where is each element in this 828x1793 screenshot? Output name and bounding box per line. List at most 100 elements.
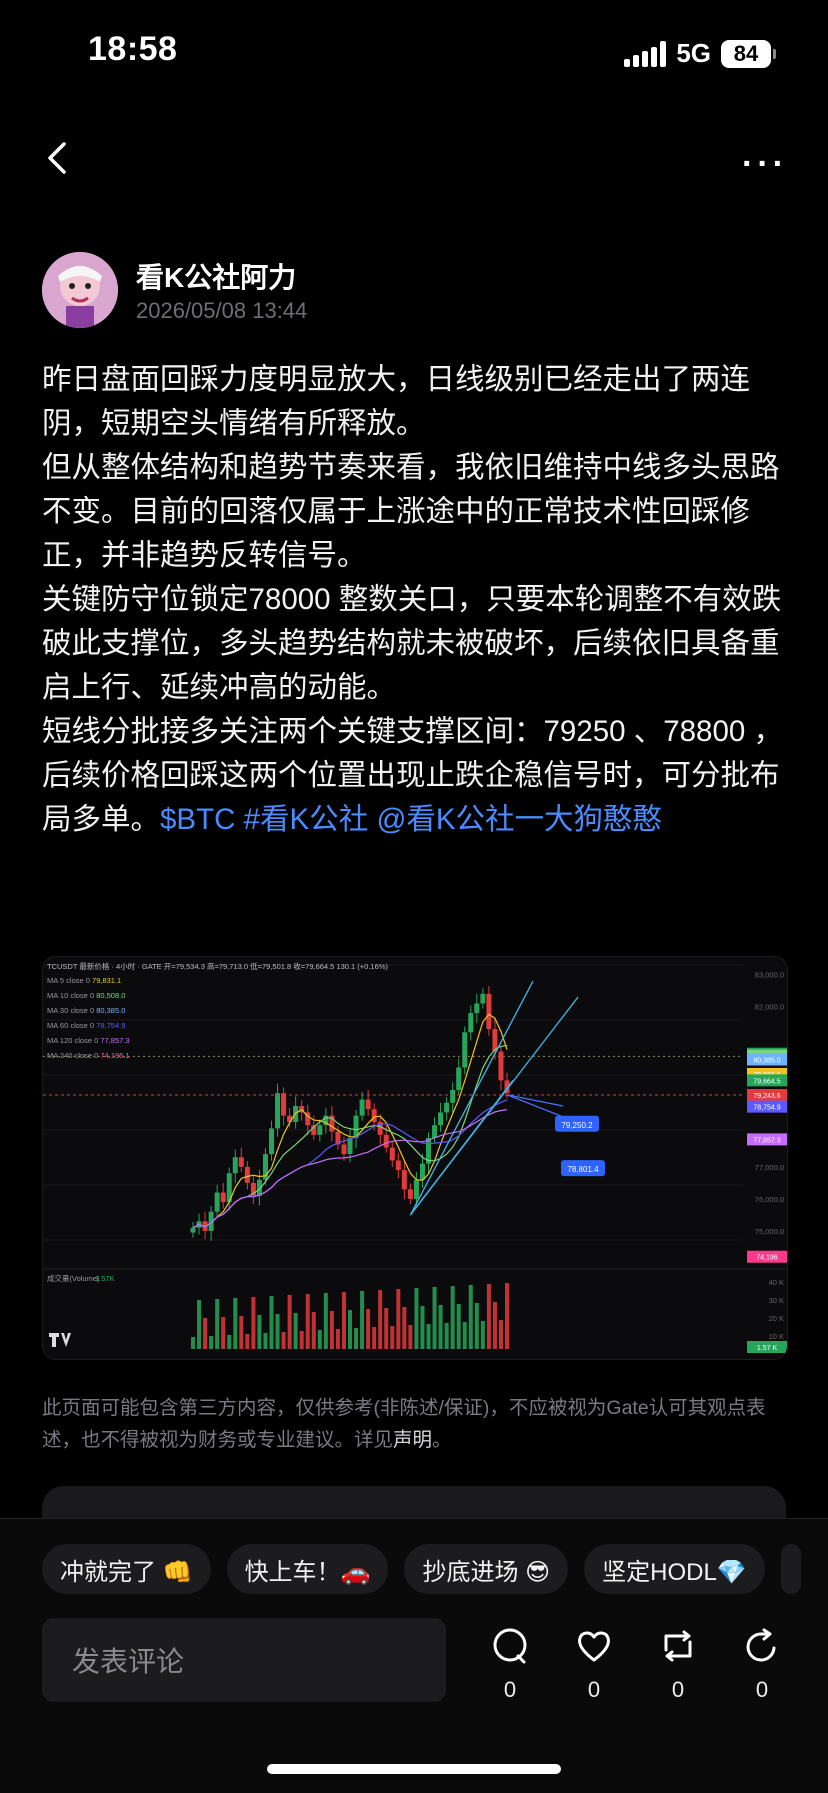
candle-body [214, 1192, 220, 1212]
volume-tick: 30 K [769, 1296, 784, 1305]
price-tag: 74,196 [756, 1255, 778, 1262]
more-options-button[interactable]: ··· [742, 145, 788, 184]
candle-body [341, 1144, 347, 1155]
volume-bar [480, 1321, 485, 1349]
y-tick: 75,000.0 [755, 1227, 784, 1236]
trend-line [409, 1079, 514, 1216]
reaction-chip-overflow[interactable] [780, 1544, 801, 1594]
candle-body [190, 1227, 196, 1233]
price-chart-image[interactable]: 79,250.2 78,801.4 TCUSDT 最新价格 · 4小时 · GATE… [42, 956, 788, 1360]
ma-legend-label: MA 5 close 0 79,831.1 [47, 976, 121, 985]
volume-bar [317, 1330, 322, 1349]
volume-bar [384, 1308, 389, 1349]
volume-tick: 40 K [769, 1278, 784, 1287]
volume-bar [335, 1329, 340, 1349]
support-label: 79,250.2 [561, 1121, 593, 1130]
ma-legend-label: MA 30 close 0 80,385.0 [47, 1006, 125, 1015]
volume-bar [311, 1312, 316, 1349]
candle-body [395, 1160, 401, 1171]
volume-bar [426, 1324, 431, 1349]
disclaimer: 此页面可能包含第三方内容，仅供参考(非陈述/保证)，不应被视为Gate认可其观点… [42, 1397, 766, 1451]
network-type: 5G [676, 38, 711, 68]
comment-input[interactable]: 发表评论 [42, 1618, 446, 1702]
reaction-chip[interactable]: 抄底进场 😎 [404, 1544, 569, 1594]
chart-header: TCUSDT 最新价格 · 4小时 · GATE 开=79,534.3 高=79… [47, 961, 388, 971]
volume-value: 1.57K [95, 1274, 115, 1283]
volume-bar [257, 1315, 262, 1349]
home-indicator [267, 1764, 561, 1774]
back-button[interactable] [38, 138, 78, 178]
volume-bar [450, 1286, 455, 1349]
volume-bar [474, 1303, 479, 1349]
candle-body [347, 1138, 353, 1155]
share-button[interactable]: 0 [732, 1626, 792, 1703]
volume-bar [366, 1309, 371, 1349]
candle-body [389, 1147, 395, 1161]
projection-line [506, 1094, 564, 1107]
post-paragraph: 但从整体结构和趋势节奏来看，我依旧维持中线多头思路不变。目前的回落仅属于上涨途中… [42, 451, 780, 572]
volume-bar [408, 1325, 413, 1349]
comment-icon [493, 1628, 527, 1664]
candle-body [383, 1134, 389, 1148]
y-tick: 82,000.0 [755, 1003, 784, 1012]
candlestick-chart: 79,250.2 78,801.4 TCUSDT 最新价格 · 4小时 · GATE… [43, 961, 787, 1353]
price-tag: 80,385.0 [753, 1058, 780, 1065]
candle-body [462, 1032, 468, 1068]
battery-level: 84 [721, 39, 771, 68]
reaction-chip[interactable]: 快上车！🚗 [226, 1544, 389, 1594]
like-button[interactable]: 0 [564, 1626, 624, 1703]
ma-legend-label: MA 10 close 0 80,508.0 [47, 991, 125, 1000]
candle-body [365, 1099, 371, 1110]
volume-bar [432, 1287, 437, 1349]
author-name[interactable]: 看K公社阿力 [136, 256, 296, 296]
avatar[interactable] [42, 252, 118, 328]
candle-body [413, 1179, 419, 1199]
volume-bar [444, 1323, 449, 1349]
volume-bar [498, 1320, 503, 1349]
like-count: 0 [587, 1677, 601, 1702]
volume-bar [245, 1334, 250, 1349]
volume-bar [348, 1310, 352, 1349]
candle-body [371, 1109, 377, 1123]
volume-bar [227, 1335, 232, 1349]
volume-bar [505, 1283, 509, 1349]
share-icon [746, 1628, 776, 1662]
post-paragraph: 昨日盘面回踩力度明显放大，日线级别已经走出了两连阴，短期空头情绪有所释放。 [42, 363, 751, 440]
repost-button[interactable]: 0 [648, 1626, 708, 1703]
volume-bar [287, 1295, 292, 1349]
candle-body [275, 1093, 281, 1129]
comment-button[interactable]: 0 [480, 1626, 540, 1703]
volume-bar [215, 1299, 220, 1349]
reaction-chip[interactable]: 冲就完了 👊 [42, 1544, 211, 1594]
volume-bar [396, 1289, 401, 1349]
price-tag: 77,857.3 [753, 1137, 780, 1144]
volume-tag: 1.57 K [757, 1345, 778, 1352]
volume-tick: 20 K [769, 1314, 784, 1323]
candle-body [438, 1112, 444, 1126]
tag-kankgongshe[interactable]: #看K公社 [244, 803, 369, 836]
mention-user[interactable]: @看K公社一大狗憨憨 [376, 803, 662, 836]
volume-bar [239, 1316, 244, 1349]
post-paragraph-last: 短线分批接多关注两个关键支撑区间：79250 、78800 ，后续价格回踩这两个… [42, 710, 790, 842]
volume-bar [221, 1317, 226, 1349]
volume-bar [456, 1304, 461, 1349]
candle-body [419, 1163, 425, 1180]
candle-body [269, 1128, 274, 1155]
candle-body [359, 1099, 365, 1116]
candle-body [450, 1089, 456, 1103]
volume-bar [263, 1333, 268, 1349]
price-tag: 79,243.6 [753, 1093, 780, 1100]
volume-bar [372, 1327, 377, 1349]
reaction-chips: 冲就完了 👊 快上车！🚗 抄底进场 😎 坚定HODL💎 [42, 1544, 801, 1594]
volume-bar [293, 1313, 298, 1349]
share-count: 0 [755, 1677, 769, 1702]
disclaimer-link[interactable]: 声明 [393, 1429, 432, 1451]
volume-bar [281, 1332, 286, 1349]
volume-bar [305, 1294, 310, 1349]
reaction-chip[interactable]: 坚定HODL💎 [584, 1544, 765, 1594]
price-tag: 79,664.5 [753, 1078, 780, 1085]
volume-bar [378, 1290, 383, 1349]
volume-bar [420, 1306, 425, 1349]
tag-btc[interactable]: $BTC [160, 803, 235, 836]
candle-body [281, 1093, 287, 1116]
